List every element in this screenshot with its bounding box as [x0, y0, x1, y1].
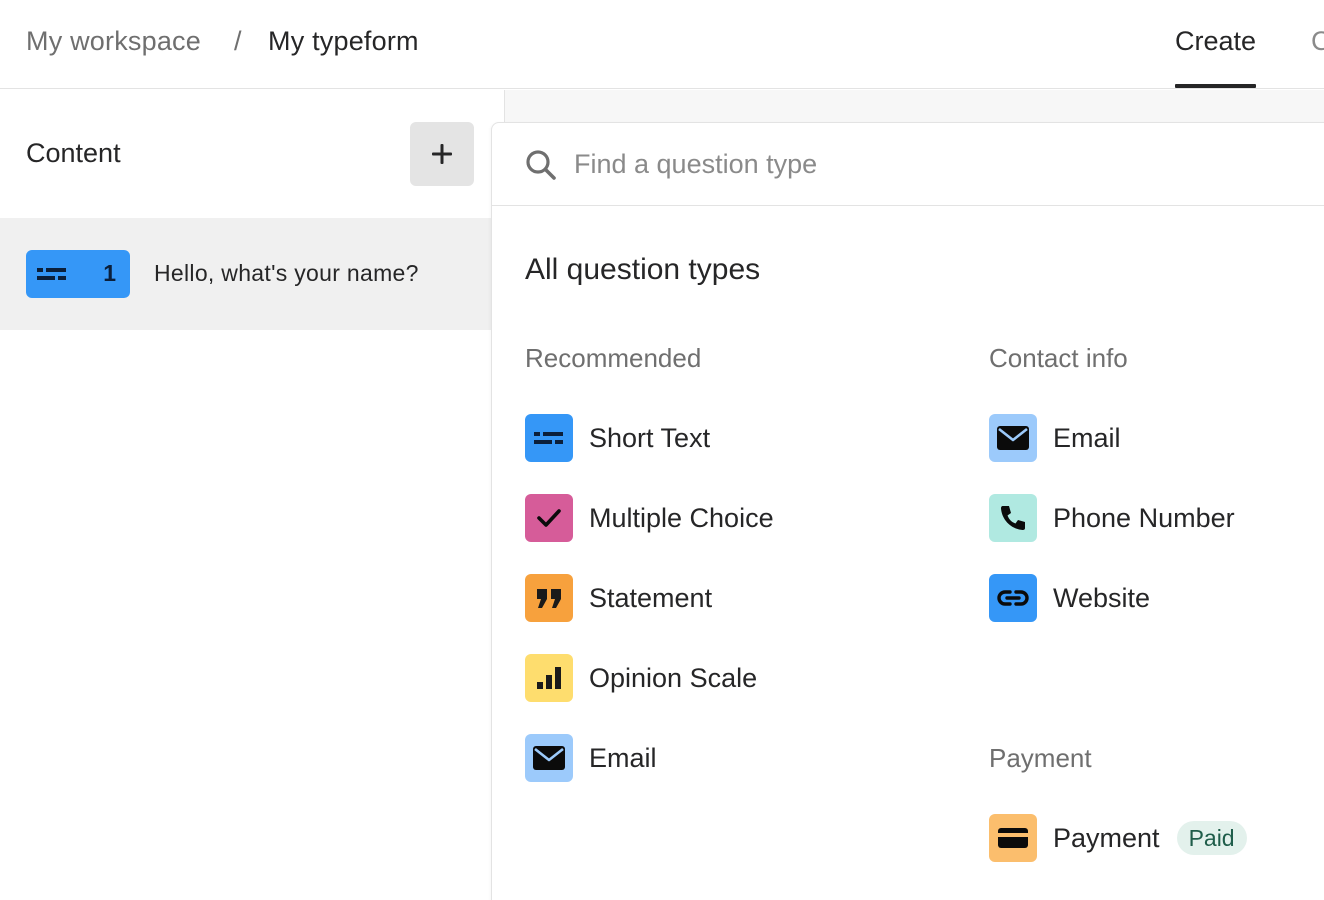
type-email-recommended[interactable]: Email — [525, 734, 657, 782]
breadcrumb-separator: / — [234, 26, 242, 56]
type-email[interactable]: Email — [989, 414, 1121, 462]
short-text-icon — [534, 432, 563, 444]
tab-next-label: C — [1311, 26, 1324, 56]
contact-info-section-title: Contact info — [989, 343, 1128, 373]
type-opinion-scale[interactable]: Opinion Scale — [525, 654, 757, 702]
type-tile — [525, 494, 573, 542]
top-bar: My workspace / My typeform Create C — [0, 0, 1324, 89]
question-type-search-input[interactable] — [574, 144, 1174, 184]
type-label: Website — [1053, 582, 1151, 613]
paid-badge: Paid — [1176, 821, 1247, 855]
type-label: Email — [1053, 422, 1121, 453]
canvas-top-strip — [504, 90, 1324, 124]
type-label: Phone Number — [1053, 502, 1235, 533]
tab-next[interactable]: C — [1311, 26, 1324, 57]
envelope-icon — [997, 426, 1029, 450]
question-title: Hello, what's your name? — [154, 260, 419, 286]
type-website[interactable]: Website — [989, 574, 1150, 622]
content-title: Content — [26, 138, 121, 168]
breadcrumb-form-name[interactable]: My typeform — [268, 26, 419, 57]
question-type-picker: All question types Recommended Short Tex… — [491, 122, 1324, 900]
type-tile — [989, 814, 1037, 862]
credit-card-icon — [998, 828, 1028, 848]
tab-create-label: Create — [1175, 26, 1257, 56]
question-list-item[interactable]: 1 Hello, what's your name? — [0, 218, 491, 330]
type-label: Payment — [1053, 822, 1160, 853]
type-tile — [525, 734, 573, 782]
phone-icon — [1001, 506, 1025, 530]
type-phone-number[interactable]: Phone Number — [989, 494, 1235, 542]
all-question-types-title: All question types — [525, 253, 761, 286]
type-label: Statement — [589, 582, 713, 613]
breadcrumb-workspace[interactable]: My workspace — [26, 26, 201, 57]
question-badge: 1 — [26, 250, 130, 298]
plus-icon — [432, 144, 452, 164]
content-sidebar: Content 1 Hello, what's your name? — [0, 90, 491, 900]
check-icon — [537, 509, 561, 527]
active-tab-indicator — [1175, 84, 1257, 88]
question-number: 1 — [103, 260, 116, 286]
type-multiple-choice[interactable]: Multiple Choice — [525, 494, 774, 542]
add-question-button[interactable] — [410, 122, 474, 186]
recommended-section-title: Recommended — [525, 343, 702, 373]
search-bar — [492, 123, 1324, 206]
type-statement[interactable]: Statement — [525, 574, 712, 622]
type-tile — [525, 654, 573, 702]
quote-icon — [537, 589, 561, 608]
type-tile — [989, 414, 1037, 462]
type-tile — [989, 494, 1037, 542]
type-label: Multiple Choice — [589, 502, 774, 533]
type-short-text[interactable]: Short Text — [525, 414, 710, 462]
search-icon — [526, 150, 556, 180]
type-tile — [989, 574, 1037, 622]
type-tile — [525, 414, 573, 462]
type-tile — [525, 574, 573, 622]
envelope-icon — [533, 746, 565, 770]
type-payment[interactable]: Payment Paid — [989, 814, 1247, 862]
link-icon — [997, 590, 1029, 606]
type-label: Email — [589, 742, 657, 773]
bar-chart-icon — [537, 667, 561, 689]
type-label: Short Text — [589, 422, 711, 453]
payment-section-title: Payment — [989, 743, 1092, 773]
short-text-icon — [37, 268, 66, 280]
tab-create[interactable]: Create — [1175, 26, 1257, 88]
type-label: Opinion Scale — [589, 662, 758, 693]
